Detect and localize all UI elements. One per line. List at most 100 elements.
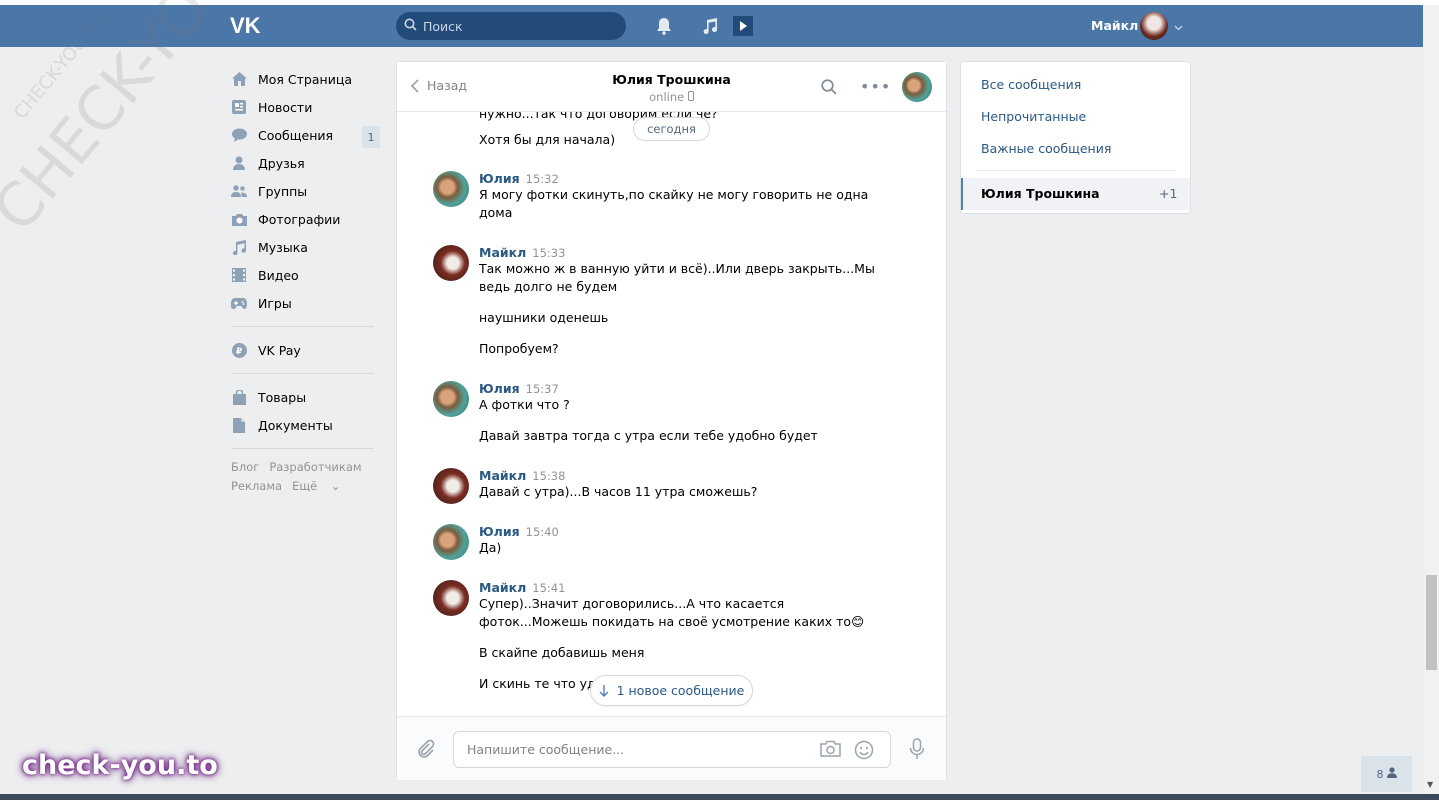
avatar[interactable] [433, 245, 469, 281]
nav-games[interactable]: Игры [231, 289, 381, 317]
play-icon[interactable] [732, 16, 754, 36]
online-friends-button[interactable]: 8 [1361, 756, 1412, 792]
footer-dev-link[interactable]: Разработчикам [269, 460, 361, 474]
message-text: ведь долго не будем [479, 279, 618, 294]
header-user-name[interactable]: Майкл [1091, 18, 1138, 33]
nav-label: Группы [258, 183, 308, 199]
nav-label: Видео [258, 267, 299, 283]
message-text: Супер)..Значит договорились...А что каса… [479, 596, 785, 611]
nav-video[interactable]: Видео [231, 261, 381, 289]
nav-label: Документы [258, 417, 333, 433]
message-author[interactable]: Юлия [479, 171, 520, 186]
panel-divider [976, 170, 1176, 171]
nav-label: Музыка [258, 239, 308, 255]
message-text: дома [479, 205, 513, 220]
film-icon [231, 267, 247, 283]
avatar[interactable] [433, 381, 469, 417]
vkpay-icon: ₽ [231, 342, 247, 358]
message-text: Да) [479, 540, 502, 555]
bell-icon[interactable] [653, 16, 675, 36]
music-note-icon[interactable] [699, 16, 721, 36]
chat-partner-avatar[interactable] [902, 72, 932, 102]
svg-text:₽: ₽ [236, 347, 242, 357]
microphone-icon[interactable] [909, 738, 925, 763]
nav-label: Сообщения [258, 127, 334, 143]
avatar[interactable] [433, 468, 469, 504]
svg-text:VK: VK [230, 14, 261, 36]
document-icon [231, 417, 247, 433]
nav-goods[interactable]: Товары [231, 383, 381, 411]
nav-my-page[interactable]: Моя Страница [231, 65, 381, 93]
paperclip-icon[interactable] [415, 738, 435, 761]
header: VK Майкл [0, 5, 1423, 47]
chat-panel: Назад Юлия Трошкина online ••• сегодня н… [396, 61, 947, 780]
message-time: 15:38 [532, 469, 566, 483]
messages-icon [231, 127, 247, 143]
message-author[interactable]: Майкл [479, 468, 526, 483]
messages-filter-panel: Все сообщения Непрочитанные Важные сообщ… [960, 61, 1191, 214]
message-author[interactable]: Юлия [479, 524, 520, 539]
new-message-button[interactable]: 1 новое сообщение [590, 675, 753, 706]
message-text: В скайпе добавишь меня [479, 645, 645, 660]
message-author[interactable]: Юлия [479, 381, 520, 396]
message-list[interactable]: нужно...так что договорим если че? Хотя … [397, 112, 946, 716]
camera-icon[interactable] [820, 740, 841, 760]
messages-count-badge: 1 [362, 126, 380, 148]
nav-label: Фотографии [258, 211, 341, 227]
message-author[interactable]: Майкл [479, 245, 526, 260]
nav-photos[interactable]: Фотографии [231, 205, 381, 233]
music-icon [231, 239, 247, 255]
chevron-down-icon[interactable] [1174, 19, 1183, 34]
message-text: Давай завтра тогда с утра если тебе удоб… [479, 428, 818, 443]
nav-divider [231, 448, 374, 449]
unread-count: +1 [1159, 186, 1178, 201]
scrollbar-thumb[interactable] [1426, 575, 1437, 670]
footer-ads-link[interactable]: Реклама [231, 479, 282, 493]
message-text: фоток...Можешь покидать на своё усмотрен… [479, 614, 865, 629]
chat-header: Назад Юлия Трошкина online ••• [397, 62, 946, 112]
message-text: Так можно ж в ванную уйти и всё)..Или дв… [479, 261, 875, 276]
filter-important[interactable]: Важные сообщения [981, 141, 1111, 156]
message-text: А фотки что ? [479, 397, 570, 412]
header-avatar[interactable] [1140, 12, 1168, 40]
avatar[interactable] [433, 580, 469, 616]
filter-unread[interactable]: Непрочитанные [981, 109, 1086, 124]
nav-documents[interactable]: Документы [231, 411, 381, 439]
nav-groups[interactable]: Группы [231, 177, 381, 205]
nav-label: Игры [258, 295, 292, 311]
message-group: Майкл 15:38 Давай с утра)...В часов 11 ут… [433, 468, 893, 504]
message-text: Хотя бы для начала) [479, 132, 616, 147]
active-conversation-item[interactable]: Юлия Трошкина +1 [961, 178, 1190, 210]
nav-divider [231, 373, 374, 374]
smile-icon[interactable] [854, 740, 874, 763]
search-icon [404, 18, 417, 34]
friends-icon [231, 155, 247, 171]
message-author[interactable]: Майкл [479, 580, 526, 595]
search-icon[interactable] [821, 79, 837, 98]
nav-news[interactable]: Новости [231, 93, 381, 121]
footer-more-link[interactable]: Ещё ⌄ [292, 479, 350, 493]
filter-all-messages[interactable]: Все сообщения [981, 77, 1081, 92]
search-input[interactable] [423, 18, 613, 34]
nav-vkpay[interactable]: ₽ VK Pay [231, 336, 381, 364]
user-icon [1386, 767, 1397, 781]
nav-messages[interactable]: Сообщения 1 [231, 121, 381, 149]
footer-blog-link[interactable]: Блог [231, 460, 259, 474]
groups-icon [231, 183, 247, 199]
scroll-down-arrow-icon[interactable]: ▼ [1427, 780, 1433, 789]
more-options-icon[interactable]: ••• [860, 77, 891, 96]
date-separator-pill: сегодня [633, 117, 710, 141]
page-scrollbar[interactable] [1423, 5, 1439, 795]
message-input[interactable] [454, 732, 784, 767]
news-icon [231, 99, 247, 115]
vk-logo[interactable]: VK [230, 13, 266, 38]
search-box[interactable] [396, 12, 626, 40]
arrow-down-icon [599, 684, 609, 697]
avatar[interactable] [433, 524, 469, 560]
nav-friends[interactable]: Друзья [231, 149, 381, 177]
mobile-phone-icon [687, 90, 694, 104]
avatar[interactable] [433, 171, 469, 207]
nav-label: Товары [258, 389, 307, 405]
message-time: 15:32 [525, 172, 559, 186]
nav-music[interactable]: Музыка [231, 233, 381, 261]
